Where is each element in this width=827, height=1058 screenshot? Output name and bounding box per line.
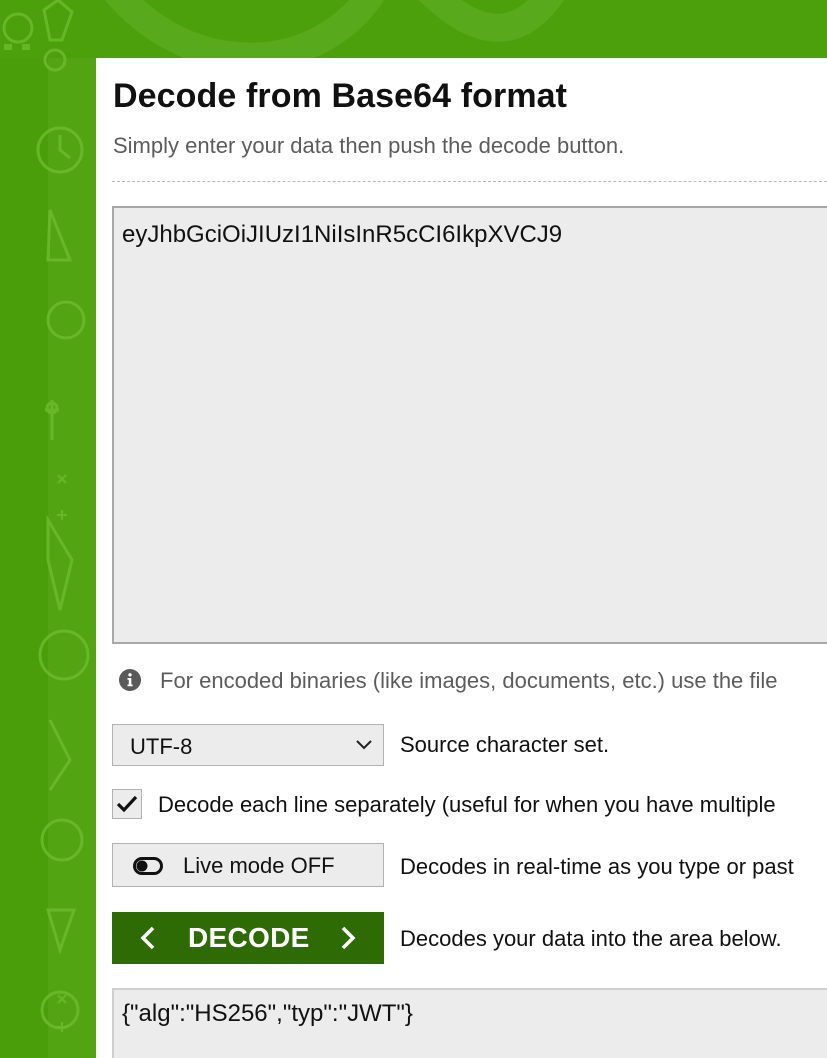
- decode-lines-checkbox[interactable]: [112, 789, 142, 819]
- decode-lines-label: Decode each line separately (useful for …: [158, 792, 776, 817]
- dashed-divider: [112, 181, 827, 182]
- checkmark-icon: [116, 795, 138, 813]
- info-text: For encoded binaries (like images, docum…: [160, 668, 778, 693]
- chevron-right-icon: [341, 926, 356, 950]
- decode-button[interactable]: DECODE: [112, 912, 384, 964]
- live-mode-description: Decodes in real-time as you type or past: [400, 854, 794, 879]
- decode-description: Decodes your data into the area below.: [400, 926, 782, 951]
- charset-select[interactable]: UTF-8: [112, 724, 384, 766]
- decode-button-label: DECODE: [188, 922, 310, 953]
- charset-selected-value: UTF-8: [130, 734, 193, 759]
- page-title: Decode from Base64 format: [113, 77, 568, 115]
- live-mode-toggle-button[interactable]: Live mode OFF: [112, 843, 384, 887]
- info-circle-icon: [119, 669, 141, 691]
- page-subtitle: Simply enter your data then push the dec…: [113, 133, 625, 158]
- chevron-down-icon: [356, 740, 372, 750]
- charset-label: Source character set.: [400, 732, 610, 757]
- live-mode-label: Live mode OFF: [183, 853, 335, 878]
- toggle-off-icon: [133, 857, 163, 875]
- chevron-left-icon: [140, 926, 155, 950]
- main-panel: Decode from Base64 format Simply enter y…: [96, 58, 827, 1058]
- base64-input-textarea[interactable]: eyJhbGciOiJIUzI1NiIsInR5cCI6IkpXVCJ9: [112, 206, 827, 644]
- decoded-output-textarea[interactable]: {"alg":"HS256","typ":"JWT"}: [112, 988, 827, 1058]
